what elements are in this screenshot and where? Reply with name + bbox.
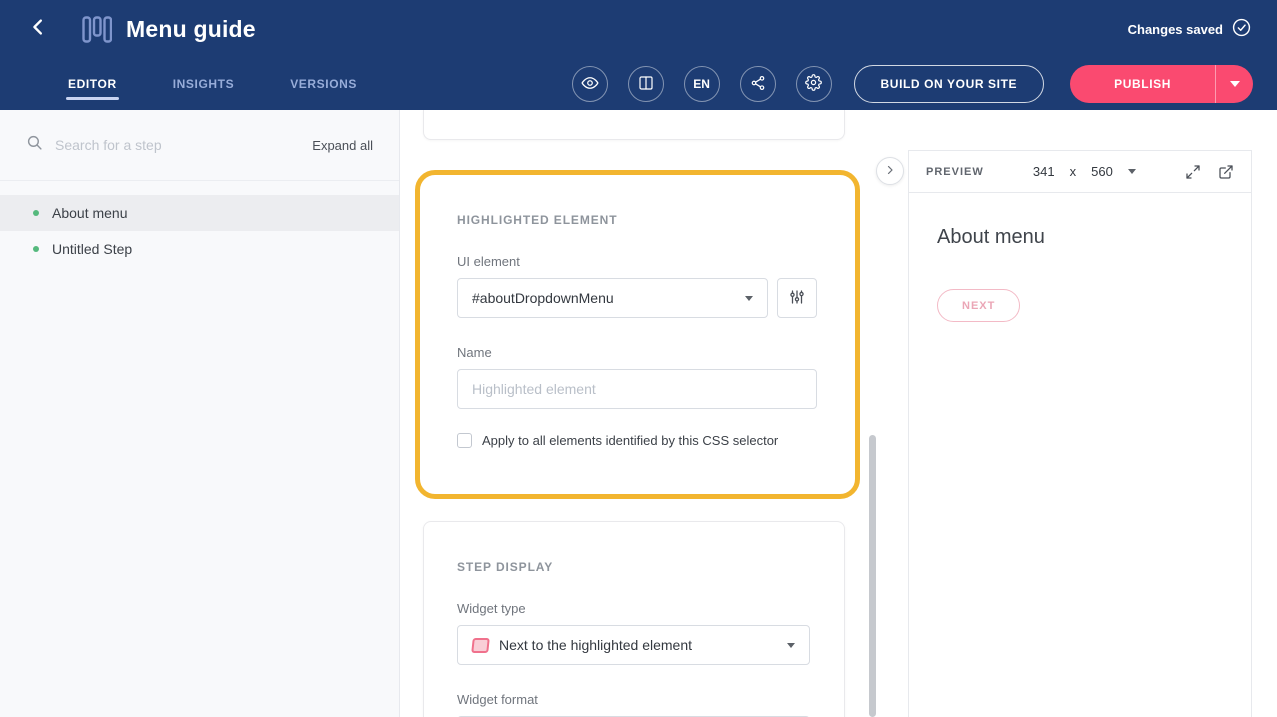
language-button[interactable]: EN <box>684 66 720 102</box>
settings-button[interactable] <box>796 66 832 102</box>
share-icon <box>750 75 766 94</box>
page-title: Menu guide <box>126 16 256 43</box>
tooltip-widget-icon <box>471 638 490 653</box>
preview-title: PREVIEW <box>926 166 984 178</box>
previous-settings-card-partial <box>423 110 845 140</box>
size-separator: x <box>1070 164 1077 179</box>
step-list-item-about-menu[interactable]: About menu <box>0 195 399 231</box>
step-search-row: Expand all <box>0 110 399 181</box>
publish-dropdown-toggle[interactable] <box>1215 65 1253 103</box>
sliders-icon <box>788 288 806 309</box>
widget-format-label: Widget format <box>457 692 810 707</box>
preview-content: About menu NEXT <box>909 193 1251 355</box>
step-display-card: STEP DISPLAY Widget type Next to the hig… <box>423 521 845 717</box>
preview-header-icons <box>1185 164 1234 180</box>
collapse-preview-button[interactable] <box>876 157 904 185</box>
preview-step-title: About menu <box>937 226 1223 249</box>
gear-icon <box>805 74 822 94</box>
ui-element-row: #aboutDropdownMenu <box>457 278 817 318</box>
step-editor-panel: HIGHLIGHTED ELEMENT UI element #aboutDro… <box>401 110 908 717</box>
publish-button-group: PUBLISH <box>1070 65 1253 103</box>
step-label: Untitled Step <box>52 241 132 257</box>
guide-type-icon <box>82 16 112 43</box>
step-status-dot <box>33 246 39 252</box>
steps-sidebar: Expand all About menu Untitled Step <box>0 110 400 717</box>
tab-versions[interactable]: VERSIONS <box>290 58 357 110</box>
preview-size-controls[interactable]: 341 x 560 <box>1033 164 1136 179</box>
preview-eye-button[interactable] <box>572 66 608 102</box>
tab-editor[interactable]: EDITOR <box>68 58 117 110</box>
eye-icon <box>581 74 599 95</box>
open-external-button[interactable] <box>1218 164 1234 180</box>
changes-saved-label: Changes saved <box>1128 22 1223 37</box>
preview-next-button[interactable]: NEXT <box>937 289 1020 322</box>
chevron-left-icon <box>28 16 50 43</box>
check-circle-icon <box>1232 18 1251 40</box>
preview-header: PREVIEW 341 x 560 <box>909 151 1251 193</box>
apply-all-checkbox[interactable] <box>457 433 472 448</box>
publish-button[interactable]: PUBLISH <box>1070 65 1215 103</box>
layout-button[interactable] <box>628 66 664 102</box>
step-status-dot <box>33 210 39 216</box>
ui-element-select[interactable]: #aboutDropdownMenu <box>457 278 768 318</box>
step-list-item-untitled-step[interactable]: Untitled Step <box>0 231 399 267</box>
build-on-site-button[interactable]: BUILD ON YOUR SITE <box>854 65 1045 103</box>
element-picker-settings-button[interactable] <box>777 278 817 318</box>
step-label: About menu <box>52 205 128 221</box>
preview-panel: PREVIEW 341 x 560 About menu NEXT <box>908 150 1252 717</box>
section-title: STEP DISPLAY <box>457 560 810 574</box>
header-actions: EN BUILD ON YOUR SITE PUBLISH <box>572 65 1253 103</box>
widget-type-select[interactable]: Next to the highlighted element <box>457 625 810 665</box>
ui-element-label: UI element <box>457 254 817 269</box>
changes-saved-status: Changes saved <box>1128 18 1251 40</box>
chevron-down-icon <box>787 643 795 648</box>
header-tabs: EDITOR INSIGHTS VERSIONS <box>68 58 357 110</box>
element-name-input[interactable] <box>457 369 817 409</box>
ui-element-value: #aboutDropdownMenu <box>472 290 735 306</box>
highlighted-element-card: HIGHLIGHTED ELEMENT UI element #aboutDro… <box>415 170 860 499</box>
header-toolbar-row: EDITOR INSIGHTS VERSIONS EN <box>0 58 1277 110</box>
widget-type-label: Widget type <box>457 601 810 616</box>
app-header: Menu guide Changes saved EDITOR INSIGHTS… <box>0 0 1277 110</box>
apply-all-row[interactable]: Apply to all elements identified by this… <box>457 433 817 448</box>
chevron-down-icon <box>745 296 753 301</box>
share-button[interactable] <box>740 66 776 102</box>
expand-all-link[interactable]: Expand all <box>312 138 373 153</box>
editor-scrollbar[interactable] <box>869 435 876 717</box>
search-icon <box>26 134 43 156</box>
name-label: Name <box>457 345 817 360</box>
search-input[interactable] <box>55 137 312 153</box>
section-title: HIGHLIGHTED ELEMENT <box>457 213 817 227</box>
chevron-down-icon <box>1230 81 1240 87</box>
tab-insights[interactable]: INSIGHTS <box>173 58 234 110</box>
chevron-down-icon <box>1128 169 1136 174</box>
apply-all-label: Apply to all elements identified by this… <box>482 433 778 448</box>
step-list: About menu Untitled Step <box>0 181 399 267</box>
header-top-row: Menu guide Changes saved <box>0 0 1277 58</box>
preview-width-value[interactable]: 341 <box>1033 164 1055 179</box>
layout-columns-icon <box>638 75 654 94</box>
chevron-right-icon <box>884 163 896 179</box>
expand-preview-button[interactable] <box>1185 164 1201 180</box>
preview-height-value[interactable]: 560 <box>1091 164 1113 179</box>
back-button[interactable] <box>26 16 52 42</box>
widget-type-value: Next to the highlighted element <box>499 637 777 653</box>
